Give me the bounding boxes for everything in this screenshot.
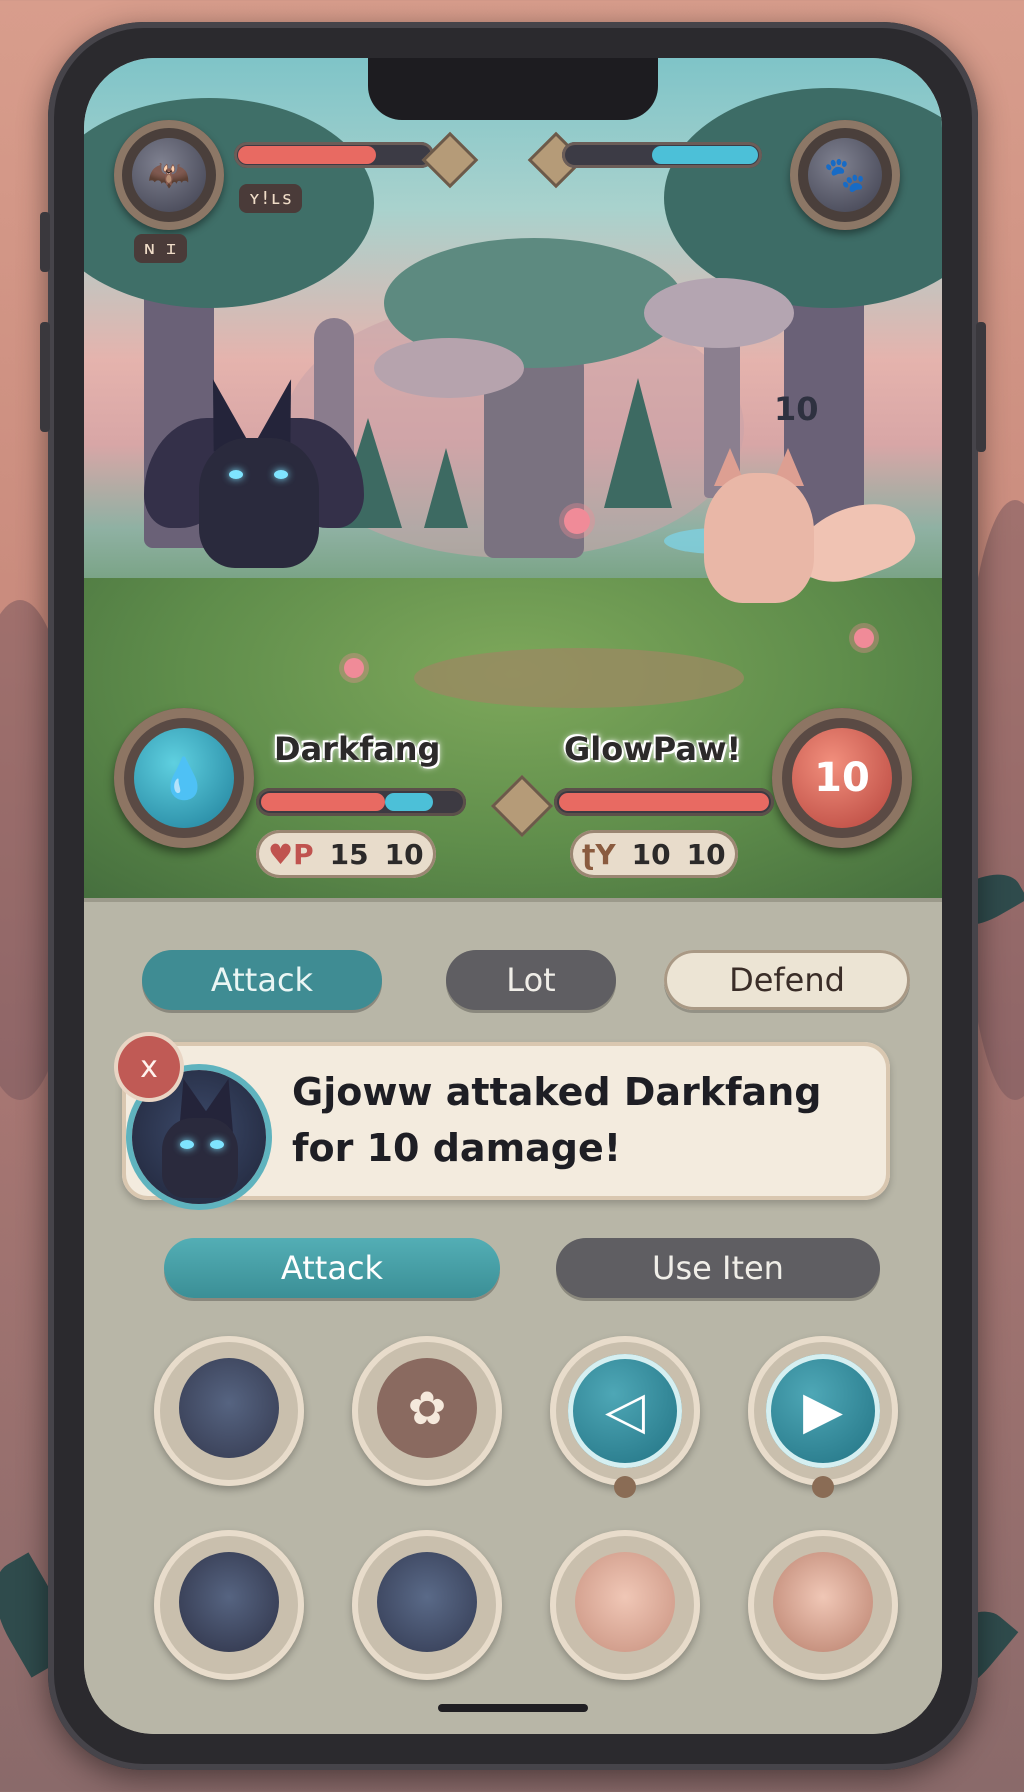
player-level-tag: ɴ ɪ	[134, 234, 187, 263]
slot-pin	[812, 1476, 834, 1498]
glowpaw-sprite[interactable]	[694, 448, 923, 618]
player-stat-label: ♥P	[268, 837, 314, 871]
gem-icon	[421, 131, 479, 189]
eye	[180, 1140, 194, 1149]
enemy-name: GlowPaw!	[564, 730, 742, 768]
enemy-badge-value: 10	[792, 728, 892, 828]
home-indicator[interactable]	[438, 1704, 588, 1712]
log-line-1: Gjoww attaked Darkfang	[292, 1070, 822, 1114]
enemy-top-hp-bar	[562, 142, 762, 168]
paw-icon: 🐾	[808, 138, 882, 212]
player-badge-tag: ʏ!ʟs	[239, 184, 303, 213]
slot-pin	[614, 1476, 636, 1498]
enemy-stat-label: ʈY	[582, 837, 616, 871]
tab-defend[interactable]: Defend	[664, 950, 910, 1010]
player-hp-bar	[256, 788, 466, 816]
battle-menu-panel: Attack Lot Defend x Gjoww attaked Darkfa…	[84, 898, 942, 1734]
creature-slot-1[interactable]	[154, 1336, 304, 1486]
body	[199, 438, 319, 568]
log-line-2: for 10 damage!	[292, 1126, 622, 1170]
close-log-button[interactable]: x	[118, 1036, 180, 1098]
player-top-hp-fill	[238, 146, 377, 164]
use-item-button[interactable]: Use Iten	[556, 1238, 880, 1298]
bat-icon: 🦇	[132, 138, 206, 212]
player-stat-chip: ♥P 15 10	[256, 830, 436, 878]
bat-creature-icon	[179, 1552, 279, 1652]
bat-creature-icon	[179, 1358, 279, 1458]
phone-notch	[368, 58, 658, 120]
eye	[274, 470, 288, 479]
enemy-portrait[interactable]: 🐾	[790, 120, 900, 230]
player-shield-fill	[385, 793, 433, 811]
rewind-icon: ◁	[568, 1354, 682, 1468]
water-drop-icon: 💧	[134, 728, 234, 828]
creature-slot-6[interactable]	[352, 1530, 502, 1680]
phone-frame: 🦇 ʏ!ʟs ɴ ɪ 🐾 10 💧 Darkfang GlowPaw! 10 ♥…	[40, 22, 986, 1770]
battle-log-card: x Gjoww attaked Darkfang for 10 damage!	[118, 1036, 890, 1204]
pine-tree	[604, 378, 672, 508]
enemy-hp-bar	[554, 788, 774, 816]
enemy-stat-chip: ʈY 10 10	[570, 830, 738, 878]
player-portrait[interactable]: 🦇	[114, 120, 224, 230]
fox-creature-icon	[773, 1552, 873, 1652]
flower	[854, 628, 874, 648]
damage-popup: 10	[774, 390, 819, 428]
darkfang-sprite[interactable]	[144, 374, 374, 588]
fox-creature-icon	[575, 1552, 675, 1652]
enemy-top-hp-fill	[652, 146, 758, 164]
flower	[344, 658, 364, 678]
skill-slot-4[interactable]: ▶	[748, 1336, 898, 1498]
side-button	[40, 212, 50, 272]
play-icon: ▶	[766, 1354, 880, 1468]
eye	[229, 470, 243, 479]
tree-canopy	[644, 278, 794, 348]
enemy-stat-a: 10	[631, 837, 671, 871]
eye	[210, 1140, 224, 1149]
tab-attack[interactable]: Attack	[142, 950, 382, 1010]
player-name: Darkfang	[274, 730, 441, 768]
volume-button	[40, 322, 50, 432]
enemy-hp-fill	[559, 793, 769, 811]
power-button	[976, 322, 986, 452]
enemy-badge[interactable]: 10	[772, 708, 912, 848]
pine-tree	[424, 448, 468, 528]
flower	[564, 508, 590, 534]
battle-log-message: Gjoww attaked Darkfang for 10 damage!	[292, 1064, 872, 1176]
player-element-badge[interactable]: 💧	[114, 708, 254, 848]
item-slot-2[interactable]: ✿	[352, 1336, 502, 1486]
tab-middle[interactable]: Lot	[446, 950, 616, 1010]
body	[704, 473, 814, 603]
creature-slot-8[interactable]	[748, 1530, 898, 1680]
skill-slot-3[interactable]: ◁	[550, 1336, 700, 1498]
dirt-path	[414, 648, 744, 708]
enemy-stat-b: 10	[686, 837, 726, 871]
player-stat-a: 15	[329, 837, 369, 871]
creature-slot-5[interactable]	[154, 1530, 304, 1680]
player-top-hp-bar	[234, 142, 434, 168]
bat-creature-icon	[377, 1552, 477, 1652]
attack-button[interactable]: Attack	[164, 1238, 500, 1298]
player-hp-fill	[261, 793, 385, 811]
player-stat-b: 10	[384, 837, 424, 871]
heal-icon: ✿	[377, 1358, 477, 1458]
game-screen: 🦇 ʏ!ʟs ɴ ɪ 🐾 10 💧 Darkfang GlowPaw! 10 ♥…	[84, 58, 942, 1734]
body	[162, 1118, 238, 1198]
tree-canopy	[374, 338, 524, 398]
battle-arena: 🦇 ʏ!ʟs ɴ ɪ 🐾 10 💧 Darkfang GlowPaw! 10 ♥…	[84, 58, 942, 898]
creature-slot-7[interactable]	[550, 1530, 700, 1680]
